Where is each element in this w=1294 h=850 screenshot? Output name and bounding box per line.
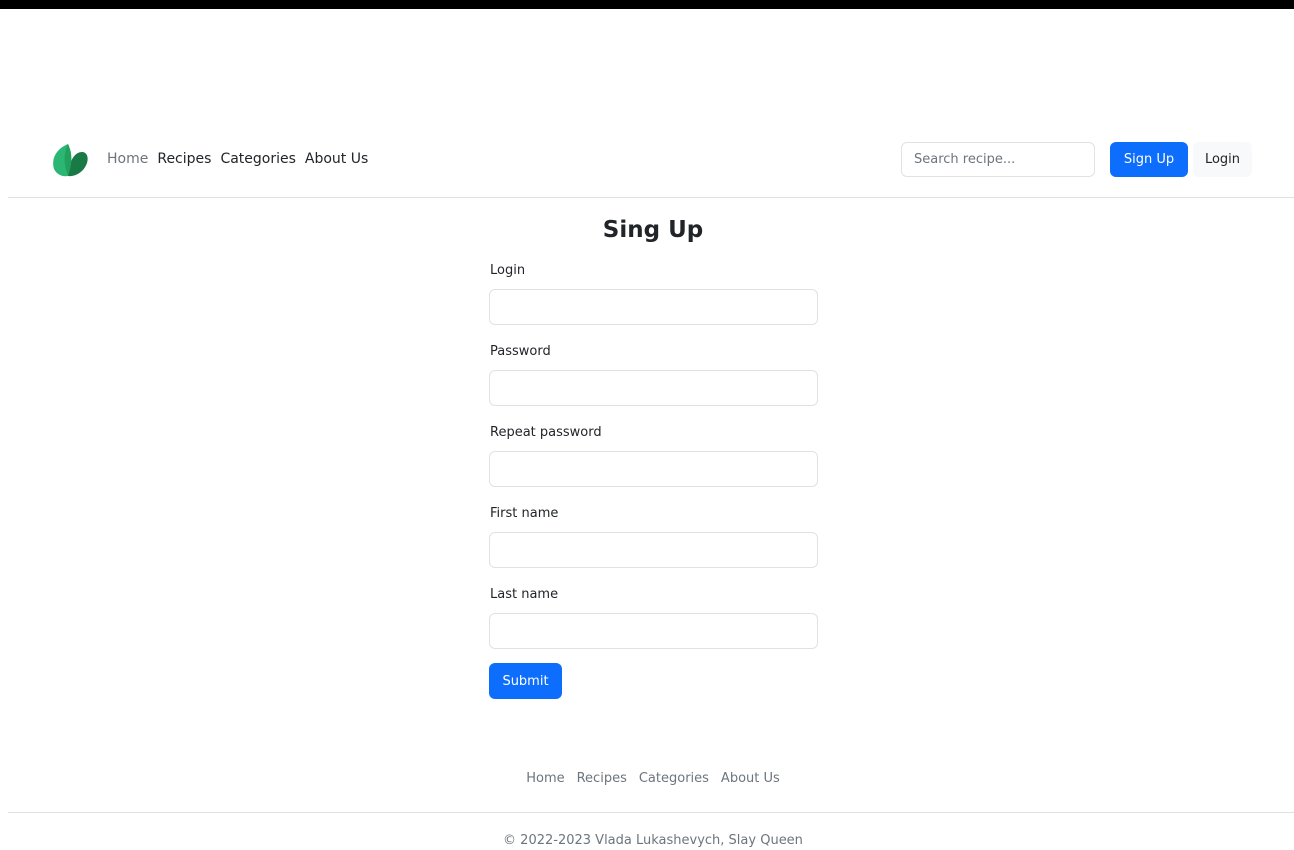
submit-button[interactable]: Submit (489, 663, 562, 699)
login-label: Login (490, 263, 526, 278)
last-name-field-group: Last name (489, 586, 818, 667)
nav-categories-link[interactable]: Categories (220, 150, 295, 168)
header-divider (8, 197, 1294, 198)
password-label: Password (490, 344, 551, 359)
repeat-password-field[interactable] (489, 451, 818, 487)
nav-about-link[interactable]: About Us (305, 150, 368, 168)
footer-recipes-link[interactable]: Recipes (577, 770, 627, 788)
login-button[interactable]: Login (1193, 142, 1252, 177)
login-field-group: Login (489, 262, 818, 343)
first-name-field[interactable] (489, 532, 818, 568)
footer-categories-link[interactable]: Categories (639, 770, 709, 788)
login-field[interactable] (489, 289, 818, 325)
navbar: Home Recipes Categories About Us Sign Up… (0, 138, 1294, 182)
leaf-logo-icon[interactable] (49, 140, 91, 178)
repeat-password-label: Repeat password (490, 425, 602, 440)
signup-button[interactable]: Sign Up (1110, 142, 1188, 177)
footer-home-link[interactable]: Home (526, 770, 564, 788)
page-title: Sing Up (602, 217, 704, 243)
last-name-field[interactable] (489, 613, 818, 649)
nav-home-link[interactable]: Home (107, 150, 148, 168)
search-input[interactable] (901, 142, 1095, 177)
footer-about-link[interactable]: About Us (721, 770, 780, 788)
repeat-password-field-group: Repeat password (489, 424, 818, 505)
first-name-label: First name (490, 506, 559, 521)
signup-form: Login Password Repeat password First nam… (489, 262, 818, 699)
last-name-label: Last name (490, 587, 559, 602)
password-field[interactable] (489, 370, 818, 406)
nav-recipes-link[interactable]: Recipes (157, 150, 211, 168)
footer-nav: Home Recipes Categories About Us (0, 770, 1294, 788)
password-field-group: Password (489, 343, 818, 424)
first-name-field-group: First name (489, 505, 818, 586)
header-nav: Home Recipes Categories About Us (107, 150, 377, 168)
footer-divider (8, 812, 1294, 813)
copyright-text: © 2022-2023 Vlada Lukashevych, Slay Quee… (503, 833, 803, 848)
window-top-border (0, 0, 1294, 9)
